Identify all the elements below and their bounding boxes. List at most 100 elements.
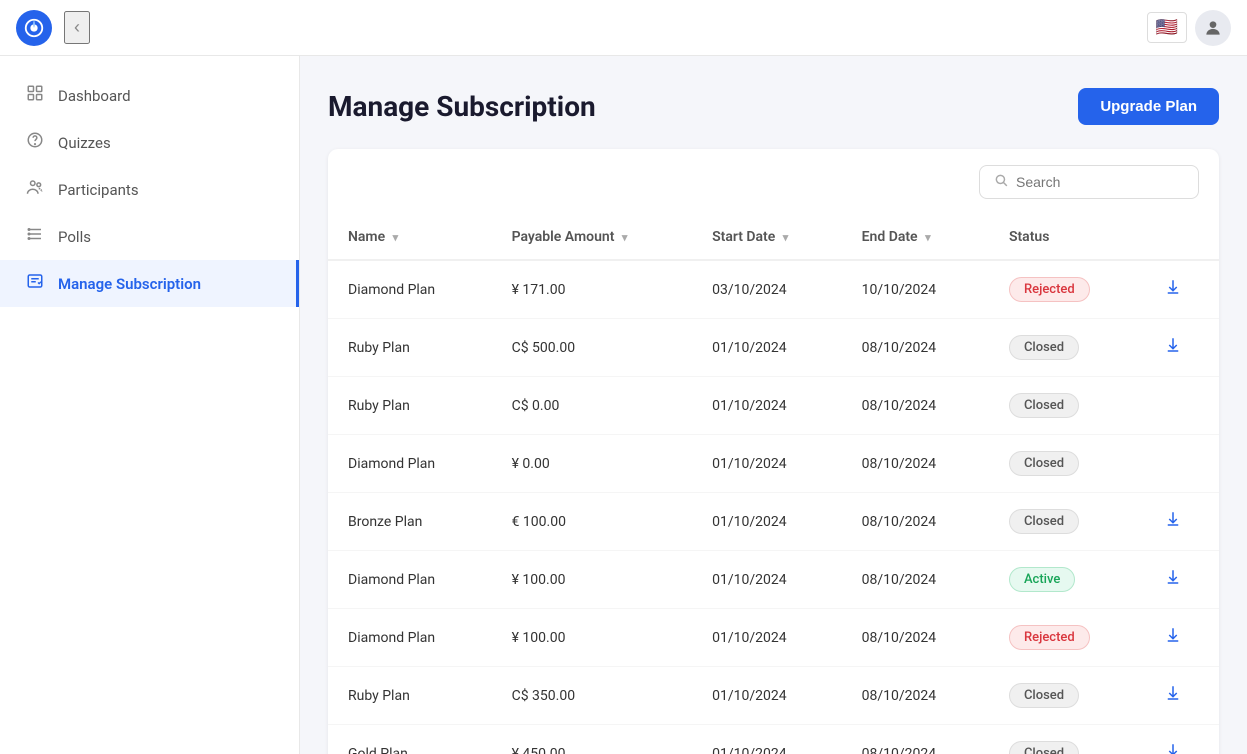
sidebar-item-dashboard[interactable]: Dashboard <box>0 72 299 119</box>
cell-name: Diamond Plan <box>328 609 492 667</box>
cell-name: Diamond Plan <box>328 435 492 493</box>
cell-actions <box>1144 725 1219 754</box>
cell-end-date: 08/10/2024 <box>842 609 989 667</box>
sort-arrow-end[interactable]: ▾ <box>925 231 931 244</box>
download-button[interactable] <box>1164 684 1182 707</box>
cell-amount: € 100.00 <box>492 493 692 551</box>
back-button[interactable]: ‹ <box>64 11 90 44</box>
cell-status: Active <box>989 551 1144 609</box>
status-badge: Rejected <box>1009 625 1090 650</box>
sidebar-item-polls[interactable]: Polls <box>0 213 299 260</box>
sidebar-item-manage-subscription[interactable]: Manage Subscription <box>0 260 299 307</box>
download-button[interactable] <box>1164 278 1182 301</box>
cell-status: Closed <box>989 319 1144 377</box>
cell-start-date: 01/10/2024 <box>692 377 842 435</box>
sort-arrow-name[interactable]: ▾ <box>393 231 399 244</box>
cell-actions <box>1144 435 1219 493</box>
table-row: Gold Plan ¥ 450.00 01/10/2024 08/10/2024… <box>328 725 1219 754</box>
cell-end-date: 08/10/2024 <box>842 667 989 725</box>
cell-actions <box>1144 319 1219 377</box>
cell-start-date: 01/10/2024 <box>692 493 842 551</box>
table-body: Diamond Plan ¥ 171.00 03/10/2024 10/10/2… <box>328 260 1219 754</box>
cell-end-date: 08/10/2024 <box>842 435 989 493</box>
quizzes-icon <box>24 131 46 154</box>
status-badge: Active <box>1009 567 1075 592</box>
main-layout: Dashboard Quizzes Participants <box>0 56 1247 754</box>
col-name: Name ▾ <box>328 215 492 260</box>
download-button[interactable] <box>1164 568 1182 591</box>
table-row: Ruby Plan C$ 0.00 01/10/2024 08/10/2024 … <box>328 377 1219 435</box>
language-selector[interactable]: 🇺🇸 <box>1147 12 1187 43</box>
manage-subscription-icon <box>24 272 46 295</box>
cell-amount: ¥ 450.00 <box>492 725 692 754</box>
search-icon <box>994 173 1008 191</box>
search-input[interactable] <box>1016 174 1184 190</box>
col-status: Status <box>989 215 1144 260</box>
page-header: Manage Subscription Upgrade Plan <box>328 88 1219 125</box>
status-badge: Closed <box>1009 335 1079 360</box>
sidebar-item-quizzes[interactable]: Quizzes <box>0 119 299 166</box>
upgrade-plan-button[interactable]: Upgrade Plan <box>1078 88 1219 125</box>
topbar: ‹ 🇺🇸 <box>0 0 1247 56</box>
col-start-date: Start Date ▾ <box>692 215 842 260</box>
download-button[interactable] <box>1164 510 1182 533</box>
cell-actions <box>1144 551 1219 609</box>
user-avatar[interactable] <box>1195 10 1231 46</box>
polls-icon <box>24 225 46 248</box>
cell-actions <box>1144 377 1219 435</box>
sort-arrow-start[interactable]: ▾ <box>783 231 789 244</box>
cell-status: Closed <box>989 435 1144 493</box>
table-row: Ruby Plan C$ 500.00 01/10/2024 08/10/202… <box>328 319 1219 377</box>
cell-amount: ¥ 100.00 <box>492 609 692 667</box>
cell-start-date: 01/10/2024 <box>692 609 842 667</box>
status-badge: Closed <box>1009 509 1079 534</box>
cell-start-date: 03/10/2024 <box>692 260 842 319</box>
main-content: Manage Subscription Upgrade Plan <box>300 56 1247 754</box>
search-box <box>979 165 1199 199</box>
cell-name: Ruby Plan <box>328 377 492 435</box>
sidebar-item-label: Quizzes <box>58 134 111 152</box>
subscription-table: Name ▾ Payable Amount ▾ Start Date ▾ E <box>328 215 1219 754</box>
download-button[interactable] <box>1164 742 1182 754</box>
table-row: Diamond Plan ¥ 100.00 01/10/2024 08/10/2… <box>328 609 1219 667</box>
cell-actions <box>1144 260 1219 319</box>
cell-amount: C$ 500.00 <box>492 319 692 377</box>
sidebar-item-label: Manage Subscription <box>58 275 201 293</box>
cell-start-date: 01/10/2024 <box>692 551 842 609</box>
status-badge: Rejected <box>1009 277 1090 302</box>
app-logo <box>16 10 52 46</box>
col-payable-amount: Payable Amount ▾ <box>492 215 692 260</box>
cell-amount: ¥ 100.00 <box>492 551 692 609</box>
cell-end-date: 08/10/2024 <box>842 725 989 754</box>
table-header: Name ▾ Payable Amount ▾ Start Date ▾ E <box>328 215 1219 260</box>
table-row: Ruby Plan C$ 350.00 01/10/2024 08/10/202… <box>328 667 1219 725</box>
sidebar-item-participants[interactable]: Participants <box>0 166 299 213</box>
sidebar-item-label: Polls <box>58 228 91 246</box>
sort-arrow-amount[interactable]: ▾ <box>622 231 628 244</box>
sidebar: Dashboard Quizzes Participants <box>0 56 300 754</box>
cell-name: Bronze Plan <box>328 493 492 551</box>
table-row: Diamond Plan ¥ 100.00 01/10/2024 08/10/2… <box>328 551 1219 609</box>
cell-actions <box>1144 667 1219 725</box>
col-end-date: End Date ▾ <box>842 215 989 260</box>
cell-end-date: 08/10/2024 <box>842 551 989 609</box>
cell-start-date: 01/10/2024 <box>692 667 842 725</box>
cell-status: Closed <box>989 667 1144 725</box>
sidebar-item-label: Dashboard <box>58 87 131 105</box>
topbar-left: ‹ <box>16 10 90 46</box>
cell-actions <box>1144 493 1219 551</box>
table-toolbar <box>328 149 1219 215</box>
page-title: Manage Subscription <box>328 90 596 123</box>
cell-end-date: 08/10/2024 <box>842 493 989 551</box>
table-row: Bronze Plan € 100.00 01/10/2024 08/10/20… <box>328 493 1219 551</box>
cell-status: Closed <box>989 377 1144 435</box>
download-button[interactable] <box>1164 336 1182 359</box>
cell-name: Diamond Plan <box>328 551 492 609</box>
status-badge: Closed <box>1009 683 1079 708</box>
topbar-right: 🇺🇸 <box>1147 10 1231 46</box>
cell-name: Ruby Plan <box>328 667 492 725</box>
cell-status: Rejected <box>989 260 1144 319</box>
cell-amount: ¥ 0.00 <box>492 435 692 493</box>
status-badge: Closed <box>1009 741 1079 754</box>
download-button[interactable] <box>1164 626 1182 649</box>
